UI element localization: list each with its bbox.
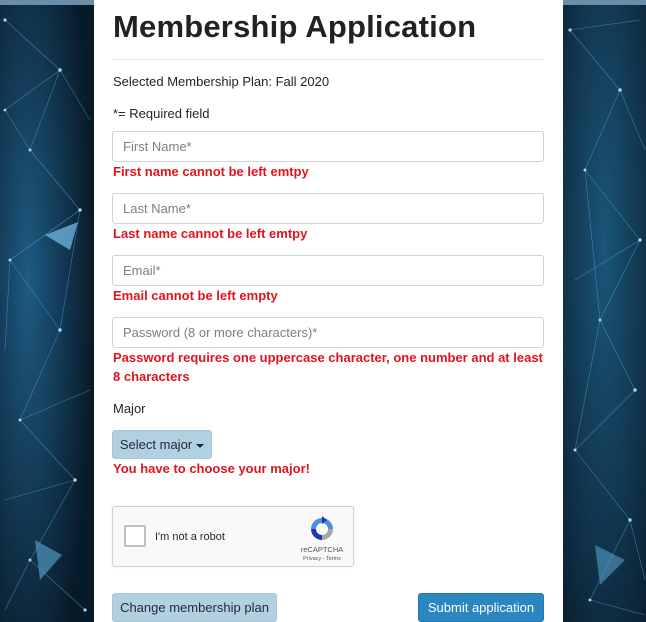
- recaptcha-widget: I'm not a robot reCAPTCHA Privacy - Term…: [112, 506, 354, 567]
- last-name-input[interactable]: [112, 193, 544, 224]
- recaptcha-label: I'm not a robot: [155, 531, 225, 543]
- change-membership-plan-button[interactable]: Change membership plan: [112, 593, 277, 622]
- caret-down-icon: [196, 443, 205, 448]
- email-error: Email cannot be left empty: [113, 288, 278, 303]
- last-name-error: Last name cannot be left emtpy: [113, 226, 308, 241]
- selected-plan-text: Selected Membership Plan: Fall 2020: [113, 74, 330, 89]
- title-divider: [113, 59, 544, 60]
- recaptcha-logo-icon: [311, 516, 333, 540]
- recaptcha-brand: reCAPTCHA: [300, 545, 344, 554]
- password-input[interactable]: [112, 317, 544, 348]
- required-field-note: *= Required field: [113, 106, 210, 121]
- first-name-error: First name cannot be left emtpy: [113, 164, 309, 179]
- page-title: Membership Application: [113, 9, 477, 44]
- email-input[interactable]: [112, 255, 544, 286]
- select-major-label: Select major: [119, 437, 193, 452]
- recaptcha-checkbox[interactable]: [124, 525, 146, 547]
- application-form-card: Membership Application Selected Membersh…: [94, 0, 563, 622]
- select-major-dropdown[interactable]: Select major: [112, 430, 212, 459]
- first-name-input[interactable]: [112, 131, 544, 162]
- major-label: Major: [113, 401, 146, 416]
- recaptcha-privacy-terms[interactable]: Privacy - Terms: [296, 556, 348, 562]
- password-error: Password requires one uppercase characte…: [113, 350, 543, 384]
- submit-application-button[interactable]: Submit application: [418, 593, 544, 622]
- major-error: You have to choose your major!: [113, 461, 310, 476]
